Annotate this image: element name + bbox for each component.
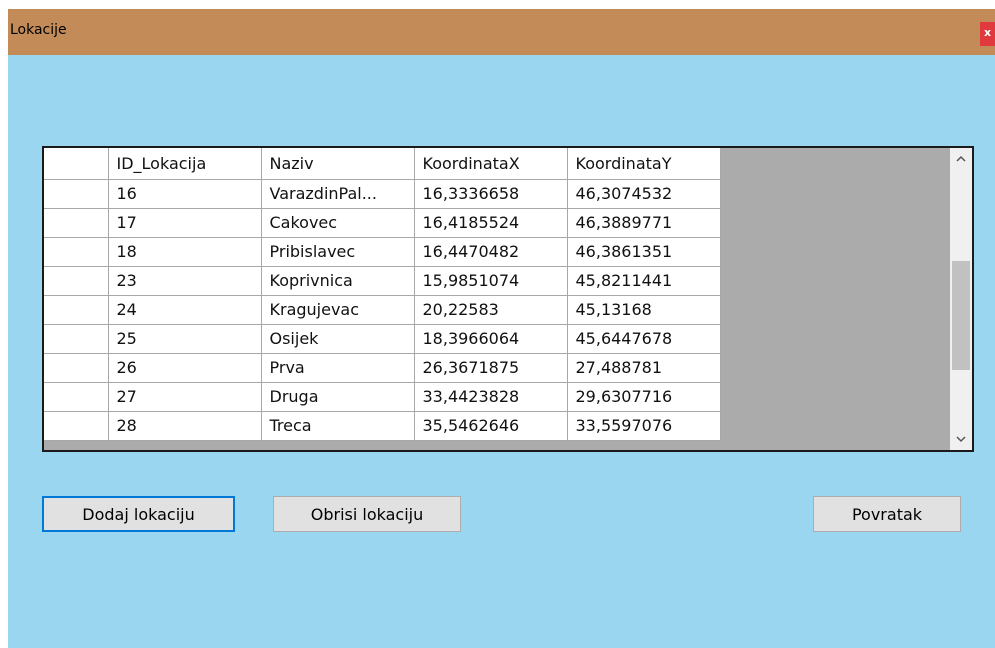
cell-naziv[interactable]: Treca	[261, 411, 415, 441]
scroll-thumb[interactable]	[952, 261, 970, 370]
column-header[interactable]: Naziv	[261, 148, 415, 180]
cell-id[interactable]: 25	[108, 324, 262, 354]
table-row[interactable]: 24 Kragujevac 20,22583 45,13168	[44, 295, 721, 325]
cell-koordinata-x[interactable]: 35,5462646	[414, 411, 568, 441]
row-header[interactable]	[44, 324, 109, 354]
cell-koordinata-y[interactable]: 45,13168	[567, 295, 721, 325]
vertical-scrollbar[interactable]	[950, 148, 972, 450]
row-header[interactable]	[44, 208, 109, 238]
scroll-up-icon[interactable]	[950, 148, 972, 170]
header-row: ID_Lokacija Naziv KoordinataX Koordinata…	[44, 148, 721, 180]
cell-id[interactable]: 23	[108, 266, 262, 296]
close-button[interactable]: x	[980, 22, 995, 46]
table-row[interactable]: 28 Treca 35,5462646 33,5597076	[44, 411, 721, 441]
table-row[interactable]: 26 Prva 26,3671875 27,488781	[44, 353, 721, 383]
column-header[interactable]: ID_Lokacija	[108, 148, 262, 180]
cell-koordinata-x[interactable]: 16,3336658	[414, 179, 568, 209]
add-location-button[interactable]: Dodaj lokaciju	[42, 496, 235, 532]
cell-naziv[interactable]: Koprivnica	[261, 266, 415, 296]
back-button[interactable]: Povratak	[813, 496, 961, 532]
cell-id[interactable]: 24	[108, 295, 262, 325]
cell-koordinata-x[interactable]: 16,4470482	[414, 237, 568, 267]
title-bar[interactable]: Lokacije x	[8, 9, 995, 55]
table-row[interactable]: 18 Pribislavec 16,4470482 46,3861351	[44, 237, 721, 267]
row-header[interactable]	[44, 353, 109, 383]
row-header[interactable]	[44, 179, 109, 209]
scroll-down-icon[interactable]	[950, 428, 972, 450]
cell-koordinata-y[interactable]: 46,3889771	[567, 208, 721, 238]
row-header[interactable]	[44, 411, 109, 441]
cell-naziv[interactable]: Prva	[261, 353, 415, 383]
window-title: Lokacije	[10, 22, 67, 38]
cell-naziv[interactable]: Cakovec	[261, 208, 415, 238]
cell-koordinata-y[interactable]: 46,3861351	[567, 237, 721, 267]
cell-id[interactable]: 17	[108, 208, 262, 238]
cell-id[interactable]: 27	[108, 382, 262, 412]
table-row[interactable]: 25 Osijek 18,3966064 45,6447678	[44, 324, 721, 354]
cell-koordinata-y[interactable]: 29,6307716	[567, 382, 721, 412]
locations-grid[interactable]: ID_Lokacija Naziv KoordinataX Koordinata…	[42, 146, 974, 452]
row-header-corner	[44, 148, 109, 180]
row-header[interactable]	[44, 382, 109, 412]
cell-koordinata-x[interactable]: 16,4185524	[414, 208, 568, 238]
delete-location-button[interactable]: Obrisi lokaciju	[273, 496, 461, 532]
cell-koordinata-x[interactable]: 15,9851074	[414, 266, 568, 296]
cell-id[interactable]: 16	[108, 179, 262, 209]
column-header[interactable]: KoordinataX	[414, 148, 568, 180]
cell-naziv[interactable]: Pribislavec	[261, 237, 415, 267]
cell-naziv[interactable]: Kragujevac	[261, 295, 415, 325]
cell-koordinata-x[interactable]: 20,22583	[414, 295, 568, 325]
table-row[interactable]: 23 Koprivnica 15,9851074 45,8211441	[44, 266, 721, 296]
row-header[interactable]	[44, 295, 109, 325]
column-header[interactable]: KoordinataY	[567, 148, 721, 180]
cell-koordinata-x[interactable]: 26,3671875	[414, 353, 568, 383]
row-header[interactable]	[44, 266, 109, 296]
table-row[interactable]: 27 Druga 33,4423828 29,6307716	[44, 382, 721, 412]
table-row[interactable]: 16 VarazdinPal... 16,3336658 46,3074532	[44, 179, 721, 209]
cell-koordinata-y[interactable]: 45,8211441	[567, 266, 721, 296]
cell-id[interactable]: 28	[108, 411, 262, 441]
cell-id[interactable]: 18	[108, 237, 262, 267]
table-row[interactable]: 17 Cakovec 16,4185524 46,3889771	[44, 208, 721, 238]
cell-koordinata-y[interactable]: 33,5597076	[567, 411, 721, 441]
cell-koordinata-y[interactable]: 45,6447678	[567, 324, 721, 354]
cell-koordinata-x[interactable]: 33,4423828	[414, 382, 568, 412]
cell-naziv[interactable]: Druga	[261, 382, 415, 412]
cell-id[interactable]: 26	[108, 353, 262, 383]
cell-naziv[interactable]: VarazdinPal...	[261, 179, 415, 209]
cell-koordinata-y[interactable]: 46,3074532	[567, 179, 721, 209]
cell-koordinata-y[interactable]: 27,488781	[567, 353, 721, 383]
locations-table: ID_Lokacija Naziv KoordinataX Koordinata…	[44, 148, 721, 441]
row-header[interactable]	[44, 237, 109, 267]
cell-koordinata-x[interactable]: 18,3966064	[414, 324, 568, 354]
cell-naziv[interactable]: Osijek	[261, 324, 415, 354]
lokacije-window: Lokacije x ID_Lokacija Naziv KoordinataX…	[8, 9, 995, 648]
